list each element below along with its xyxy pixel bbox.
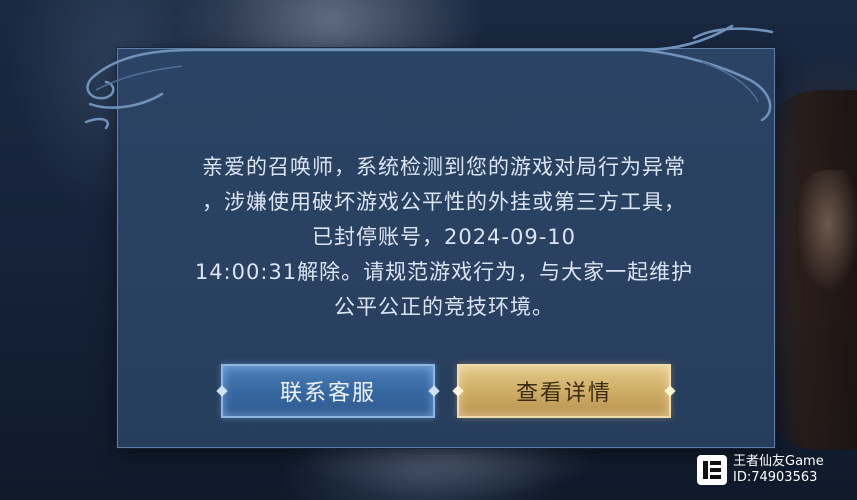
character-face xyxy=(798,170,857,290)
cloud-ornament-icon xyxy=(84,24,774,130)
watermark-name: 王者仙友Game xyxy=(733,454,824,469)
message-line: ，涉嫌使用破坏游戏公平性的外挂或第三方工具， xyxy=(202,190,686,214)
ban-message: 亲爱的召唤师，系统检测到您的游戏对局行为异常 ，涉嫌使用破坏游戏公平性的外挂或第… xyxy=(130,150,758,325)
watermark-id: ID:74903563 xyxy=(733,470,818,485)
view-details-button[interactable]: 查看详情 xyxy=(457,364,671,418)
message-line: 公平公正的竞技环境。 xyxy=(334,295,554,319)
contact-support-button[interactable]: 联系客服 xyxy=(221,364,435,418)
message-line: 亲爱的召唤师，系统检测到您的游戏对局行为异常 xyxy=(202,155,686,179)
background-stone xyxy=(300,440,600,500)
message-line: 14:00:31解除。请规范游戏行为，与大家一起维护 xyxy=(194,260,694,284)
message-line: 已封停账号，2024-09-10 xyxy=(311,225,577,249)
watermark-logo-icon xyxy=(697,455,727,485)
watermark: 王者仙友Game ID:74903563 xyxy=(697,452,857,488)
